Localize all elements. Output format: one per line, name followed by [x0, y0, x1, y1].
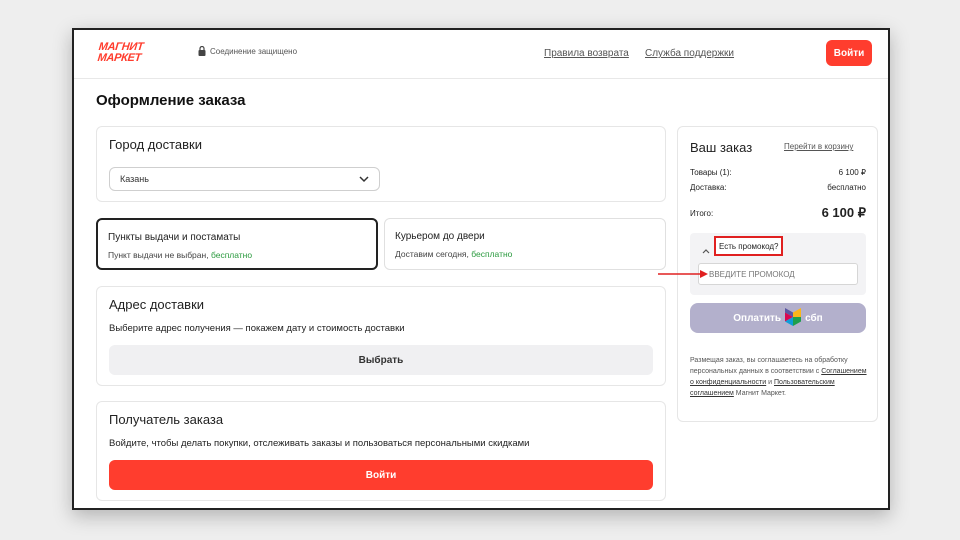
address-description: Выберите адрес получения — покажем дату …: [109, 323, 405, 334]
delivery-row: Доставка: бесплатно: [690, 183, 866, 192]
order-title: Ваш заказ: [690, 140, 753, 155]
address-title: Адрес доставки: [109, 297, 205, 312]
legal-text-3: Магнит Маркет.: [733, 390, 786, 397]
delivery-label: Доставка:: [690, 183, 727, 192]
goods-value: 6 100 ₽: [838, 168, 866, 177]
browser-frame: МАГНИТ МАРКЕТ Соединение защищено Правил…: [72, 28, 890, 510]
total-label: Итого:: [690, 208, 714, 218]
pickup-price: бесплатно: [210, 250, 253, 260]
city-card: Город доставки Казань: [96, 126, 666, 202]
site-header: МАГНИТ МАРКЕТ Соединение защищено Правил…: [74, 30, 888, 79]
legal-text: Размещая заказ, вы соглашаетесь на обраб…: [690, 355, 868, 399]
courier-subtitle-text: Доставим сегодня,: [395, 249, 472, 259]
promo-toggle[interactable]: Есть промокод?: [714, 236, 784, 256]
return-policy-link[interactable]: Правила возврата: [544, 48, 629, 59]
city-title: Город доставки: [109, 137, 202, 152]
chevron-down-icon: [359, 175, 369, 185]
courier-price: бесплатно: [471, 249, 513, 259]
logo-line-2: МАРКЕТ: [96, 52, 142, 64]
choose-address-button[interactable]: Выбрать: [109, 345, 653, 375]
delivery-value: бесплатно: [827, 183, 866, 192]
delivery-option-courier[interactable]: Курьером до двери Доставим сегодня, бесп…: [384, 218, 666, 270]
goods-row: Товары (1): 6 100 ₽: [690, 168, 866, 177]
pay-label: Оплатить: [733, 312, 782, 324]
recipient-title: Получатель заказа: [109, 412, 224, 427]
address-card: Адрес доставки Выберите адрес получения …: [96, 286, 666, 386]
promo-section: Есть промокод? ВВЕДИТЕ ПРОМОКОД: [690, 233, 866, 295]
lock-icon: [198, 45, 206, 56]
annotation-arrow-icon: [658, 270, 708, 278]
legal-text-2: и: [766, 379, 774, 386]
pickup-subtitle: Пункт выдачи не выбран, бесплатно: [108, 250, 252, 260]
page-title: Оформление заказа: [96, 92, 246, 109]
promo-code-input[interactable]: ВВЕДИТЕ ПРОМОКОД: [698, 263, 858, 285]
secure-text: Соединение защищено: [210, 46, 298, 56]
city-select[interactable]: Казань: [109, 167, 380, 191]
chevron-up-icon[interactable]: [702, 241, 710, 259]
pay-sbp-button[interactable]: Оплатить сбп: [690, 303, 866, 333]
courier-title: Курьером до двери: [395, 231, 485, 242]
secure-connection: Соединение защищено: [198, 45, 298, 56]
magnit-market-logo[interactable]: МАГНИТ МАРКЕТ: [96, 41, 166, 66]
header-login-button[interactable]: Войти: [826, 40, 872, 66]
pickup-subtitle-text: Пункт выдачи не выбран,: [108, 250, 211, 260]
goods-label: Товары (1):: [690, 168, 732, 177]
support-link[interactable]: Служба поддержки: [645, 48, 734, 59]
delivery-option-pickup[interactable]: Пункты выдачи и постаматы Пункт выдачи н…: [96, 218, 378, 270]
total-row: Итого: 6 100 ₽: [690, 205, 866, 221]
recipient-login-button[interactable]: Войти: [109, 460, 653, 490]
sbp-label: сбп: [805, 312, 823, 324]
pickup-title: Пункты выдачи и постаматы: [108, 232, 241, 243]
recipient-description: Войдите, чтобы делать покупки, отслежива…: [109, 438, 530, 449]
courier-subtitle: Доставим сегодня, бесплатно: [395, 249, 512, 259]
recipient-card: Получатель заказа Войдите, чтобы делать …: [96, 401, 666, 501]
go-to-cart-link[interactable]: Перейти в корзину: [784, 142, 853, 151]
total-value: 6 100 ₽: [821, 205, 866, 220]
city-selected-value: Казань: [120, 174, 149, 184]
sbp-logo-icon: [785, 307, 802, 329]
